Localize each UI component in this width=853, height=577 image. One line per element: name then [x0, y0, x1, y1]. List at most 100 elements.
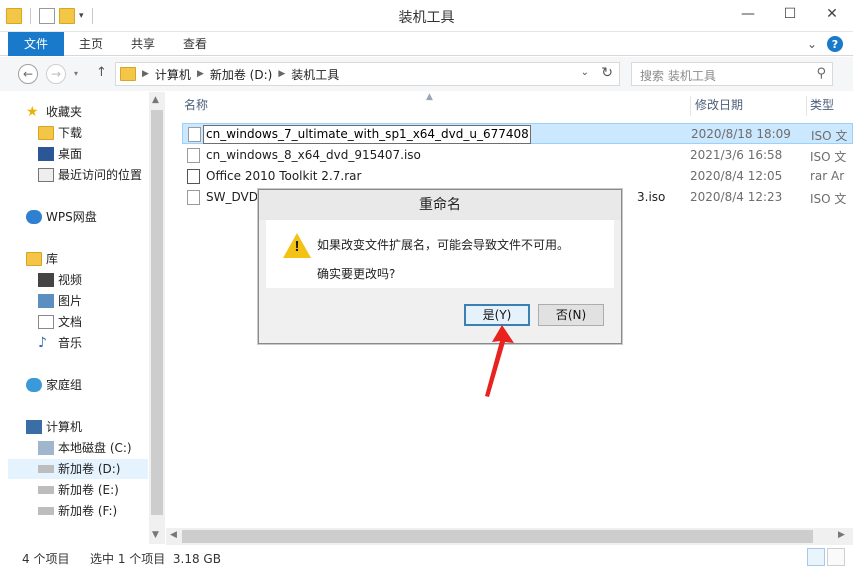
file-type: ISO 文 [810, 150, 847, 164]
rar-file-icon [187, 169, 200, 184]
file-modified: 2020/8/4 12:23 [690, 190, 783, 204]
nav-drive-e[interactable]: 新加卷 (E:) [38, 480, 119, 500]
desktop-icon [38, 147, 54, 161]
file-name-tail: 3.iso [637, 190, 666, 204]
status-bar: 4 个项目 选中 1 个项目 3.18 GB [0, 545, 853, 569]
nav-wps-cloud[interactable]: WPS网盘 [26, 207, 97, 227]
close-button[interactable]: ✕ [811, 0, 853, 28]
details-view-button[interactable] [807, 548, 825, 566]
drive-icon [38, 507, 54, 515]
nav-desktop[interactable]: 桌面 [38, 144, 82, 164]
music-icon: ♪ [38, 335, 47, 351]
nav-recent-places[interactable]: 最近访问的位置 [38, 165, 142, 185]
breadcrumb-computer[interactable]: 计算机 [155, 66, 191, 83]
column-header-type[interactable]: 类型 [806, 96, 834, 116]
nav-downloads[interactable]: 下载 [38, 123, 82, 143]
help-icon[interactable]: ? [827, 36, 843, 52]
file-name: SW_DVD [206, 190, 258, 204]
yes-button[interactable]: 是(Y) [464, 304, 530, 326]
dialog-question: 确实要更改吗? [317, 267, 396, 281]
breadcrumb-drive-d[interactable]: 新加卷 (D:) [210, 66, 272, 83]
scrollbar-thumb[interactable] [151, 110, 163, 515]
scroll-down-icon[interactable]: ▼ [152, 530, 159, 540]
large-icons-view-button[interactable] [827, 548, 845, 566]
computer-icon [26, 420, 42, 434]
sort-ascending-icon: ▲ [426, 92, 433, 102]
up-button[interactable]: ↑ [96, 65, 107, 80]
recent-places-icon [38, 168, 54, 182]
no-button[interactable]: 否(N) [538, 304, 604, 326]
maximize-button[interactable]: ☐ [769, 0, 811, 28]
file-row[interactable]: cn_windows_7_ultimate_with_sp1_x64_dvd_u… [182, 123, 853, 144]
chevron-right-icon[interactable]: ▶ [142, 69, 149, 79]
dialog-title: 重命名 [259, 190, 621, 220]
nav-videos[interactable]: 视频 [38, 270, 82, 290]
annotation-arrow-shape [485, 325, 514, 397]
recent-locations-icon[interactable]: ▾ [74, 69, 78, 78]
search-icon[interactable]: ⚲ [816, 66, 826, 81]
column-header-modified[interactable]: 修改日期 [690, 96, 743, 116]
scroll-up-icon[interactable]: ▲ [152, 95, 159, 105]
star-icon: ★ [26, 104, 39, 120]
iso-file-icon [187, 148, 200, 163]
forward-button[interactable]: → [46, 64, 66, 84]
video-icon [38, 273, 54, 287]
tab-share[interactable]: 共享 [122, 32, 164, 56]
chevron-right-icon[interactable]: ▶ [278, 69, 285, 79]
nav-music[interactable]: ♪ 音乐 [38, 333, 82, 353]
window-title: 装机工具 [398, 10, 455, 26]
file-name: Office 2010 Toolkit 2.7.rar [206, 169, 362, 183]
nav-libraries[interactable]: 库 [26, 249, 58, 269]
file-row[interactable]: Office 2010 Toolkit 2.7.rar 2020/8/4 12:… [182, 166, 853, 187]
chevron-right-icon[interactable]: ▶ [197, 69, 204, 79]
tab-home[interactable]: 主页 [70, 32, 112, 56]
address-dropdown-icon[interactable]: ⌄ [581, 67, 589, 78]
iso-file-icon [187, 190, 200, 205]
back-button[interactable]: ← [18, 64, 38, 84]
download-folder-icon [38, 126, 54, 140]
warning-mark: ! [294, 238, 300, 255]
drive-icon [38, 486, 54, 494]
tab-file[interactable]: 文件 [8, 32, 64, 56]
scrollbar-thumb[interactable] [182, 530, 813, 543]
nav-documents[interactable]: 文档 [38, 312, 82, 332]
title-bar: ▾ 装机工具 — ☐ ✕ [0, 0, 853, 32]
selection-info: 选中 1 个项目 3.18 GB [90, 552, 221, 566]
annotation-arrow [485, 325, 514, 397]
file-type: ISO 文 [811, 129, 848, 143]
picture-icon [38, 294, 54, 308]
minimize-button[interactable]: — [727, 0, 769, 28]
nav-drive-d[interactable]: 新加卷 (D:) [8, 459, 148, 479]
scroll-right-icon[interactable]: ▶ [838, 530, 845, 540]
nav-favorites[interactable]: ★ 收藏夹 [26, 102, 82, 122]
search-placeholder: 搜索 装机工具 [640, 69, 716, 83]
navigation-bar: ← → ▾ ↑ ▶ 计算机 ▶ 新加卷 (D:) ▶ 装机工具 ⌄ ↻ 搜索 装… [0, 57, 853, 91]
document-icon [38, 315, 54, 329]
nav-pane-scrollbar[interactable]: ▲ ▼ [149, 92, 165, 544]
column-header-name[interactable]: 名称 [184, 96, 208, 116]
folder-icon [120, 67, 136, 81]
refresh-icon[interactable]: ↻ [601, 65, 613, 81]
address-bar[interactable]: ▶ 计算机 ▶ 新加卷 (D:) ▶ 装机工具 ⌄ ↻ [115, 62, 620, 86]
item-count: 4 个项目 [22, 552, 70, 566]
nav-drive-f[interactable]: 新加卷 (F:) [38, 501, 117, 521]
expand-ribbon-icon[interactable]: ⌄ [807, 37, 817, 51]
breadcrumb-current-folder[interactable]: 装机工具 [291, 66, 339, 83]
nav-drive-c[interactable]: 本地磁盘 (C:) [38, 438, 132, 458]
file-modified: 2020/8/18 18:09 [691, 127, 791, 141]
file-row[interactable]: cn_windows_8_x64_dvd_915407.iso 2021/3/6… [182, 145, 853, 166]
nav-pictures[interactable]: 图片 [38, 291, 82, 311]
nav-homegroup[interactable]: 家庭组 [26, 375, 82, 395]
file-type: rar Ar [810, 169, 845, 183]
search-input[interactable]: 搜索 装机工具 ⚲ [631, 62, 833, 86]
file-modified: 2021/3/6 16:58 [690, 148, 783, 162]
ribbon: 文件 主页 共享 查看 ⌄ ? [0, 32, 853, 56]
scroll-left-icon[interactable]: ◀ [170, 530, 177, 540]
rename-dialog: 重命名 ! 如果改变文件扩展名，可能会导致文件不可用。 确实要更改吗? 是(Y)… [258, 189, 622, 344]
rename-input[interactable]: cn_windows_7_ultimate_with_sp1_x64_dvd_u… [203, 125, 531, 144]
windows-drive-icon [38, 441, 54, 455]
tab-view[interactable]: 查看 [174, 32, 216, 56]
file-list-horizontal-scrollbar[interactable]: ◀ ▶ [166, 528, 853, 545]
file-type: ISO 文 [810, 192, 847, 206]
nav-computer[interactable]: 计算机 [26, 417, 82, 437]
